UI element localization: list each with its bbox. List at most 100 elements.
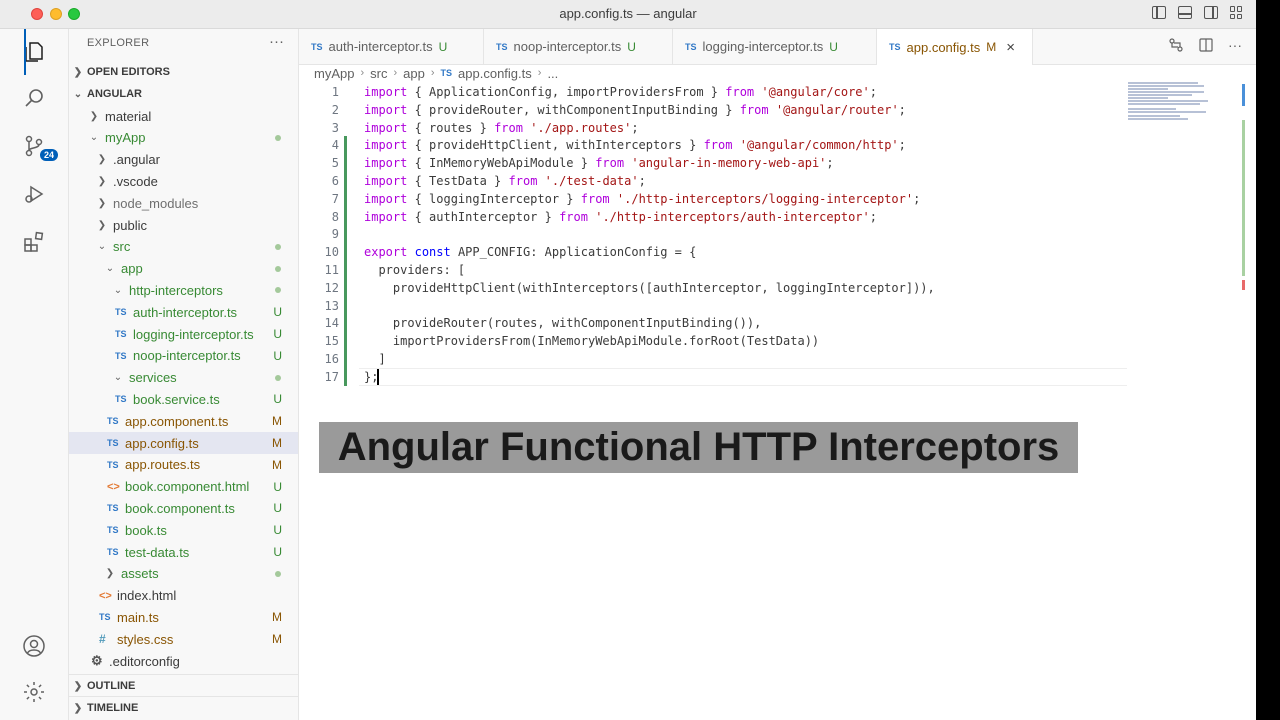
chevron-right-icon: ❯ xyxy=(73,66,83,78)
tree-folder[interactable]: ❯ material xyxy=(69,105,298,127)
tree-item-label: book.component.ts xyxy=(125,500,235,516)
explorer-icon[interactable] xyxy=(0,29,68,75)
outline-section[interactable]: ❯ OUTLINE xyxy=(69,674,298,697)
workspace-section[interactable]: ⌄ ANGULAR xyxy=(69,83,298,105)
typescript-file-icon: TS xyxy=(107,503,119,514)
tree-file[interactable]: TS auth-interceptor.ts U xyxy=(69,301,298,323)
line-number: 12 xyxy=(324,280,339,295)
tree-file[interactable]: TS app.component.ts M xyxy=(69,410,298,432)
tree-folder[interactable]: ⌄ services xyxy=(69,367,298,389)
line-number: 7 xyxy=(331,191,339,206)
open-changes-icon[interactable] xyxy=(1168,37,1184,56)
tree-folder[interactable]: ❯ assets xyxy=(69,563,298,585)
tree-file[interactable]: TS noop-interceptor.ts U xyxy=(69,345,298,367)
code-editor[interactable]: 1 import { ApplicationConfig, importProvi… xyxy=(299,82,1256,720)
breadcrumb-item[interactable]: app.config.ts xyxy=(458,66,532,81)
tree-file[interactable]: TS app.routes.ts M xyxy=(69,454,298,476)
tree-folder[interactable]: ❯ node_modules xyxy=(69,192,298,214)
window-title: app.config.ts — angular xyxy=(559,6,697,21)
tree-file[interactable]: <> book.component.html U xyxy=(69,476,298,498)
css-file-icon: # xyxy=(99,632,106,647)
tree-file[interactable]: TS book.component.ts U xyxy=(69,497,298,519)
tree-file[interactable]: TS main.ts M xyxy=(69,606,298,628)
tree-item-label: book.component.html xyxy=(125,479,250,495)
tab-status: U xyxy=(829,39,838,54)
minimap[interactable] xyxy=(1128,82,1216,122)
typescript-file-icon: TS xyxy=(311,41,323,52)
outline-label: OUTLINE xyxy=(87,680,136,692)
tree-file[interactable]: ⚙ .editorconfig xyxy=(69,650,298,672)
tab-noop-interceptor[interactable]: TS noop-interceptor.ts U xyxy=(484,29,673,64)
tab-label: auth-interceptor.ts xyxy=(328,39,433,54)
settings-gear-icon[interactable] xyxy=(0,669,68,715)
toggle-secondary-sidebar-icon[interactable] xyxy=(1204,6,1218,19)
tree-file[interactable]: <> index.html xyxy=(69,585,298,607)
breadcrumb-separator-icon: › xyxy=(360,67,365,79)
account-icon[interactable] xyxy=(0,623,68,669)
toggle-panel-icon[interactable] xyxy=(1178,6,1192,19)
tree-folder[interactable]: ⌄ src xyxy=(69,236,298,258)
tree-item-label: app xyxy=(121,261,143,277)
breadcrumb-item[interactable]: ... xyxy=(547,66,558,81)
video-caption: Angular Functional HTTP Interceptors xyxy=(319,422,1078,473)
line-number: 8 xyxy=(331,209,339,224)
tab-label: app.config.ts xyxy=(906,39,981,55)
tree-item-label: styles.css xyxy=(117,631,174,647)
line-number: 9 xyxy=(331,227,339,242)
tree-folder[interactable]: ⌄ app xyxy=(69,258,298,280)
git-status-badge: M xyxy=(272,610,282,625)
typescript-file-icon: TS xyxy=(496,41,508,52)
code-text: importProvidersFrom(InMemoryWebApiModule… xyxy=(364,334,820,349)
breadcrumb-item[interactable]: myApp xyxy=(314,66,354,81)
source-control-icon[interactable]: 24 xyxy=(0,123,68,169)
explorer-more-actions-button[interactable]: ··· xyxy=(269,33,284,50)
tree-folder[interactable]: ❯ public xyxy=(69,214,298,236)
customize-layout-icon[interactable] xyxy=(1230,6,1244,19)
tree-file[interactable]: TS book.service.ts U xyxy=(69,388,298,410)
title-bar: app.config.ts — angular xyxy=(0,0,1256,29)
split-editor-icon[interactable] xyxy=(1198,37,1214,56)
breadcrumb-item[interactable]: app xyxy=(403,66,425,81)
tree-folder[interactable]: ❯ .vscode xyxy=(69,170,298,192)
tree-file[interactable]: TS test-data.ts U xyxy=(69,541,298,563)
tree-file[interactable]: TS app.config.ts M xyxy=(69,432,298,454)
tree-file[interactable]: TS book.ts U xyxy=(69,519,298,541)
tree-item-label: .editorconfig xyxy=(109,653,180,669)
close-tab-icon[interactable]: × xyxy=(1006,39,1015,56)
html-file-icon: <> xyxy=(99,589,112,602)
text-cursor xyxy=(377,368,379,385)
tree-folder[interactable]: ❯ .angular xyxy=(69,149,298,171)
typescript-file-icon: TS xyxy=(107,547,119,557)
open-editors-section[interactable]: ❯ OPEN EDITORS xyxy=(69,61,298,83)
git-status-dot xyxy=(275,570,281,577)
toggle-primary-sidebar-icon[interactable] xyxy=(1152,6,1166,19)
source-control-badge: 24 xyxy=(40,149,59,161)
tree-folder[interactable]: ⌄ myApp xyxy=(69,127,298,149)
tree-file[interactable]: # styles.css M xyxy=(69,628,298,650)
activity-bar: 24 xyxy=(0,29,69,720)
code-text: import { provideRouter, withComponentInp… xyxy=(364,102,906,117)
chevron-right-icon: ❯ xyxy=(97,175,107,187)
typescript-file-icon: TS xyxy=(107,416,119,427)
git-status-badge: U xyxy=(273,545,282,559)
run-debug-icon[interactable] xyxy=(0,171,68,217)
vertical-scrollbar[interactable] xyxy=(1240,82,1254,720)
code-text: import { ApplicationConfig, importProvid… xyxy=(364,85,877,99)
tree-item-label: http-interceptors xyxy=(129,282,223,298)
more-actions-icon[interactable]: ··· xyxy=(1228,37,1242,56)
tab-logging-interceptor[interactable]: TS logging-interceptor.ts U xyxy=(673,29,877,64)
extensions-icon[interactable] xyxy=(0,219,68,265)
tab-auth-interceptor[interactable]: TS auth-interceptor.ts U xyxy=(299,29,484,64)
layout-controls xyxy=(1152,6,1244,19)
chevron-right-icon: ❯ xyxy=(97,197,107,209)
chevron-right-icon: ❯ xyxy=(89,110,99,122)
tree-folder[interactable]: ⌄ http-interceptors xyxy=(69,279,298,301)
breadcrumb-item[interactable]: src xyxy=(370,66,387,81)
line-number: 14 xyxy=(324,316,339,331)
tree-file[interactable]: TS logging-interceptor.ts U xyxy=(69,323,298,345)
timeline-section[interactable]: ❯ TIMELINE xyxy=(69,696,298,719)
tree-item-label: main.ts xyxy=(117,609,159,625)
explorer-sidebar: EXPLORER ··· ❯ OPEN EDITORS ⌄ ANGULAR ❯ m… xyxy=(69,29,299,720)
search-icon[interactable] xyxy=(0,75,68,121)
tab-app-config[interactable]: TS app.config.ts M × xyxy=(877,29,1033,65)
